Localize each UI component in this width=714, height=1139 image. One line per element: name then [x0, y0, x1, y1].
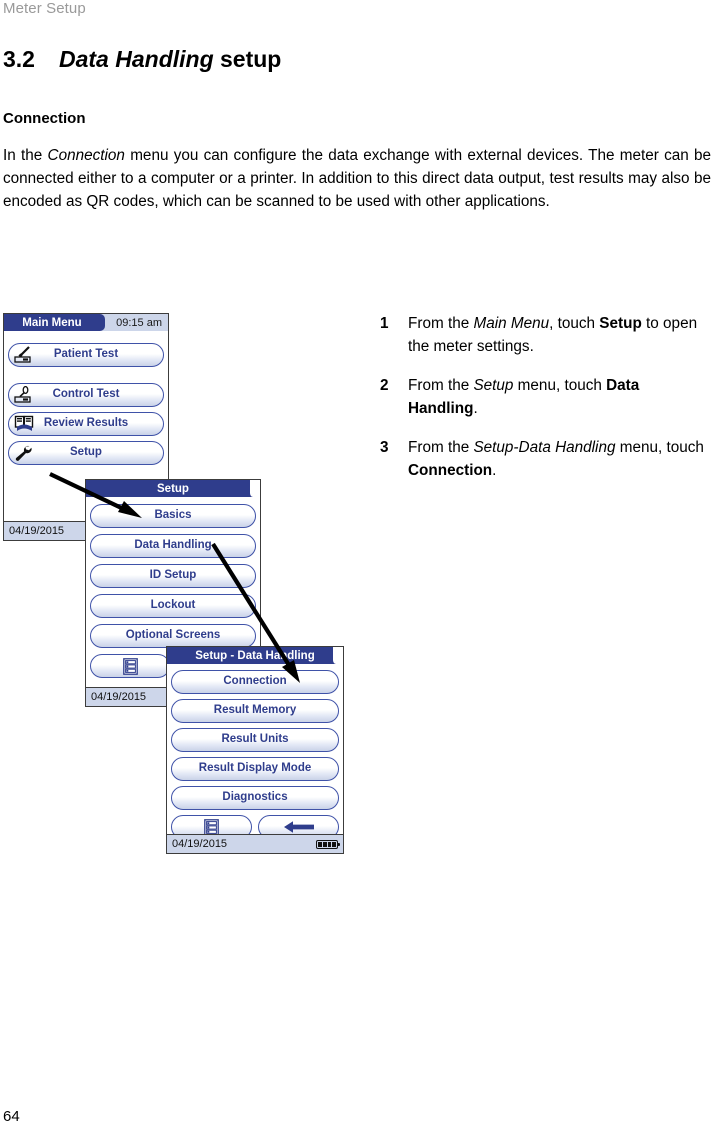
data-handling-title: Setup - Data Handling [167, 647, 343, 664]
step-text: From the Setup-Data Handling menu, touch… [408, 436, 710, 482]
battery-full-icon [316, 839, 340, 849]
setup-title-text: Setup [157, 482, 189, 495]
button-label: Diagnostics [222, 791, 288, 804]
step-mid: menu, touch [615, 439, 704, 456]
button-label: Connection [223, 675, 287, 688]
data-handling-body: Connection Result Memory Result Units Re… [167, 664, 343, 839]
section-title-rest: setup [220, 46, 282, 72]
step-italic: Setup [473, 377, 514, 394]
button-main-menu-list[interactable] [90, 654, 170, 678]
title-notch [332, 647, 343, 664]
setup-title: Setup [86, 480, 260, 497]
button-label: Basics [154, 509, 192, 522]
button-setup[interactable]: Setup [8, 441, 164, 465]
step-mid: menu, touch [513, 377, 607, 394]
step-italic: Setup-Data Handling [473, 439, 616, 456]
button-data-handling[interactable]: Data Handling [90, 534, 256, 558]
step-pre: From the [408, 315, 474, 332]
button-label: ID Setup [149, 569, 197, 582]
button-id-setup[interactable]: ID Setup [90, 564, 256, 588]
button-label: Result Units [221, 733, 289, 746]
main-menu-date: 04/19/2015 [9, 525, 65, 537]
button-label: Result Display Mode [198, 762, 312, 775]
step-item: 1 From the Main Menu, touch Setup to ope… [380, 312, 710, 358]
step-bold: Connection [408, 462, 493, 479]
section-number: 3.2 [3, 46, 35, 72]
main-menu-title: Main Menu [4, 314, 105, 331]
body-paragraph: In the Connection menu you can configure… [3, 144, 711, 213]
page-number: 64 [3, 1108, 20, 1125]
step-number: 2 [380, 377, 389, 394]
button-optional-screens[interactable]: Optional Screens [90, 624, 256, 648]
button-label: Review Results [43, 417, 129, 430]
step-post: . [492, 462, 497, 479]
data-handling-title-bar: Setup - Data Handling [167, 647, 343, 664]
data-handling-status-bar: 04/19/2015 [167, 834, 343, 853]
button-result-units[interactable]: Result Units [171, 728, 339, 752]
page-title: 3.2 Data Handling setup [3, 46, 281, 73]
running-header: Meter Setup [3, 0, 86, 17]
step-post: . [473, 400, 478, 417]
list-menu-icon [204, 818, 219, 836]
button-label: Patient Test [53, 348, 119, 361]
step-italic: Main Menu [473, 315, 550, 332]
button-result-display-mode[interactable]: Result Display Mode [171, 757, 339, 781]
title-notch [249, 480, 260, 497]
setup-title-bar: Setup [86, 480, 260, 497]
sub-heading: Connection [3, 110, 86, 127]
wrench-icon [12, 443, 38, 463]
button-label: Control Test [52, 388, 120, 401]
button-label: Result Memory [213, 704, 297, 717]
back-arrow-icon [282, 820, 316, 834]
main-menu-clock: 09:15 am [100, 314, 168, 331]
step-text: From the Setup menu, touch Data Handling… [408, 374, 710, 420]
button-connection[interactable]: Connection [171, 670, 339, 694]
list-menu-icon [122, 657, 138, 675]
section-title-italic: Data Handling [59, 46, 214, 72]
step-item: 2 From the Setup menu, touch Data Handli… [380, 374, 710, 420]
data-handling-date: 04/19/2015 [172, 838, 228, 850]
button-label: Setup [70, 446, 102, 459]
step-pre: From the [408, 377, 474, 394]
step-number: 3 [380, 439, 389, 456]
button-label: Optional Screens [125, 629, 221, 642]
body-italic-connection: Connection [47, 147, 125, 164]
control-solution-icon [12, 385, 38, 405]
step-mid: , touch [549, 315, 600, 332]
step-item: 3 From the Setup-Data Handling menu, tou… [380, 436, 710, 482]
button-result-memory[interactable]: Result Memory [171, 699, 339, 723]
device-screen-data-handling: Setup - Data Handling Connection Result … [166, 646, 344, 854]
main-menu-title-bar: Main Menu 09:15 am [4, 314, 168, 331]
review-book-icon [12, 414, 38, 434]
step-text: From the Main Menu, touch Setup to open … [408, 312, 710, 358]
button-basics[interactable]: Basics [90, 504, 256, 528]
lancet-strip-icon [12, 345, 38, 365]
instruction-steps: 1 From the Main Menu, touch Setup to ope… [380, 312, 710, 498]
body-part-1: In the [3, 147, 48, 164]
step-bold: Setup [599, 315, 642, 332]
step-pre: From the [408, 439, 474, 456]
button-patient-test[interactable]: Patient Test [8, 343, 164, 367]
step-number: 1 [380, 315, 389, 332]
button-lockout[interactable]: Lockout [90, 594, 256, 618]
button-review-results[interactable]: Review Results [8, 412, 164, 436]
button-control-test[interactable]: Control Test [8, 383, 164, 407]
button-label: Lockout [150, 599, 196, 612]
setup-date: 04/19/2015 [91, 691, 147, 703]
data-handling-title-text: Setup - Data Handling [195, 649, 315, 662]
button-label: Data Handling [134, 539, 212, 552]
button-diagnostics[interactable]: Diagnostics [171, 786, 339, 810]
